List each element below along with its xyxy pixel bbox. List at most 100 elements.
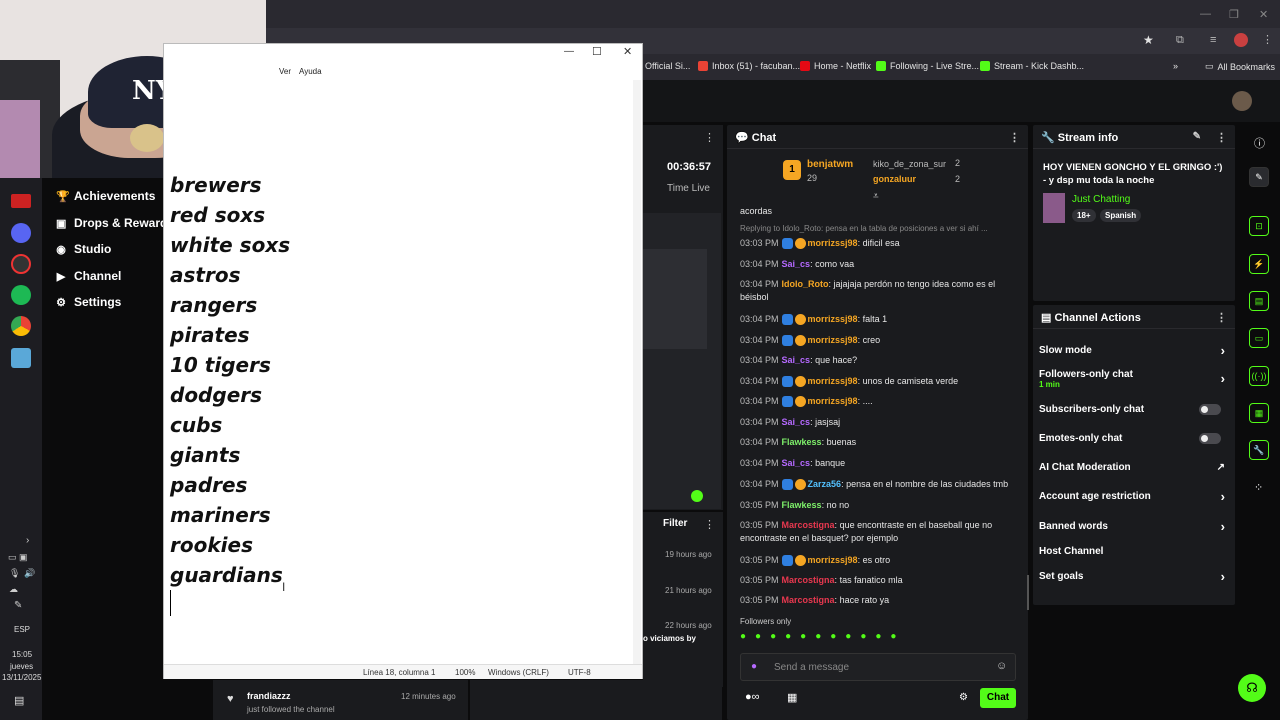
obs-icon[interactable] — [11, 254, 31, 274]
menu-icon[interactable]: ⋮ — [1262, 33, 1273, 46]
collapse-icon[interactable]: ⩡ — [873, 191, 879, 202]
emote-bar[interactable]: ●●●●●●●●●●● — [740, 631, 1020, 647]
mic-icon[interactable]: 🎙 — [9, 568, 20, 579]
restore-icon[interactable]: ❐ — [1229, 8, 1239, 21]
top-user-1[interactable]: benjatwm — [807, 159, 853, 170]
message-username[interactable]: Idolo_Roto — [782, 279, 829, 289]
bookmark[interactable]: Following - Live Stre... — [876, 61, 979, 71]
message-username[interactable]: Marcostigna — [782, 595, 835, 605]
emoji-icon[interactable]: ☺ — [996, 660, 1007, 672]
message-username[interactable]: morrizssj98 — [808, 335, 858, 345]
nav-channel[interactable]: ▶ Channel — [56, 269, 122, 283]
action-host-channel[interactable]: Host Channel — [1039, 546, 1229, 557]
volume-icon[interactable]: 🔊 — [24, 568, 35, 579]
cloud-icon[interactable]: ☁ — [9, 584, 18, 595]
apps-icon[interactable]: ⁘ — [1254, 481, 1263, 494]
edit-icon[interactable]: ✎ — [1193, 131, 1201, 142]
message-username[interactable]: Sai_cs — [782, 458, 811, 468]
message-username[interactable]: Zarza56 — [808, 479, 842, 489]
category-link[interactable]: Just Chatting — [1072, 194, 1130, 205]
action-slow-mode[interactable]: Slow mode › — [1039, 343, 1229, 358]
maximize-icon[interactable]: ☐ — [592, 45, 602, 58]
more-bookmarks-icon[interactable]: » — [1173, 61, 1178, 71]
chrome-icon[interactable] — [11, 316, 31, 336]
more-options-icon[interactable]: ⋮ — [704, 518, 715, 531]
top-user-3[interactable]: gonzaluur — [873, 174, 916, 184]
close-icon[interactable]: ✕ — [623, 45, 632, 58]
message-username[interactable]: Sai_cs — [782, 259, 811, 269]
nav-settings[interactable]: ⚙ Settings — [56, 295, 121, 309]
close-icon[interactable]: ✕ — [1259, 8, 1268, 21]
all-bookmarks[interactable]: ▭ All Bookmarks — [1205, 61, 1275, 72]
action-account-age[interactable]: Account age restriction › — [1039, 489, 1229, 504]
wrench-icon[interactable]: 🔧 — [1249, 440, 1269, 460]
chat-send-button[interactable]: Chat — [980, 688, 1016, 708]
more-options-icon[interactable]: ⋮ — [1216, 131, 1227, 144]
top-user-2[interactable]: kiko_de_zona_sur — [873, 159, 946, 169]
store-icon[interactable]: ▦ — [787, 691, 797, 704]
nav-drops-rewards[interactable]: ▣ Drops & Rewards — [56, 216, 174, 230]
minimize-icon[interactable]: — — [564, 46, 574, 57]
notification-icon[interactable]: ▤ — [14, 694, 24, 707]
media-icon[interactable]: ≡ — [1210, 34, 1216, 46]
chat-input[interactable]: ● Send a message ☺ — [740, 653, 1016, 681]
message-username[interactable]: morrizssj98 — [808, 376, 858, 386]
user-avatar[interactable] — [1232, 91, 1252, 111]
action-followers-only[interactable]: Followers-only chat › 1 min — [1039, 369, 1229, 389]
chat-tools-icon[interactable]: ●∞ — [745, 691, 760, 703]
menu-help[interactable]: Ayuda — [299, 67, 322, 76]
bookmark[interactable]: Stream - Kick Dashb... — [980, 61, 1084, 71]
star-icon[interactable]: ★ — [1143, 33, 1154, 47]
gear-icon[interactable]: ⚙ — [959, 692, 968, 703]
activity-user[interactable]: frandiazzz — [247, 691, 291, 701]
voicemod-icon[interactable] — [11, 194, 31, 208]
minimize-icon[interactable]: — — [1200, 8, 1211, 20]
message-username[interactable]: Sai_cs — [782, 417, 811, 427]
info-icon[interactable]: ⓘ — [1254, 135, 1265, 151]
action-set-goals[interactable]: Set goals › — [1039, 569, 1229, 584]
discord-icon[interactable] — [11, 223, 31, 243]
toggle-switch[interactable] — [1199, 404, 1221, 415]
action-ai-moderation[interactable]: AI Chat Moderation ↗ — [1039, 462, 1229, 473]
action-banned-words[interactable]: Banned words › — [1039, 519, 1229, 534]
tag-badge[interactable]: Spanish — [1100, 209, 1142, 222]
message-username[interactable]: Marcostigna — [782, 575, 835, 585]
message-username[interactable]: Flawkess — [782, 500, 822, 510]
nav-achievements[interactable]: 🏆 Achievements — [56, 189, 155, 203]
bookmark[interactable]: Inbox (51) - facuban... — [698, 61, 800, 71]
lightning-icon[interactable]: ⚡ — [1249, 254, 1269, 274]
tray-icons[interactable]: ▭ ▣ — [8, 552, 28, 563]
notepad-text[interactable]: brewers red soxs white soxs astros range… — [170, 170, 290, 590]
extensions-icon[interactable]: ⧉ — [1176, 34, 1184, 47]
message-username[interactable]: Flawkess — [782, 437, 822, 447]
scrollbar[interactable] — [633, 80, 641, 664]
chat-bubble-icon[interactable]: ▭ — [1249, 328, 1269, 348]
help-icon[interactable]: ☊ — [1238, 674, 1266, 702]
chat-scrollbar[interactable] — [1027, 575, 1029, 610]
bookmark[interactable]: Home - Netflix — [800, 61, 871, 71]
message-username[interactable]: Sai_cs — [782, 355, 811, 365]
chevron-icon[interactable]: › — [26, 535, 29, 546]
bookmark[interactable]: Official Si... — [645, 61, 690, 71]
message-username[interactable]: morrizssj98 — [808, 396, 858, 406]
message-username[interactable]: morrizssj98 — [808, 555, 858, 565]
notepad-icon[interactable] — [11, 348, 31, 368]
more-options-icon[interactable]: ⋮ — [704, 131, 715, 144]
spotify-icon[interactable] — [11, 285, 31, 305]
more-options-icon[interactable]: ⋮ — [1009, 131, 1020, 144]
edit-icon[interactable]: ✎ — [1249, 167, 1269, 187]
menu-view[interactable]: Ver — [279, 67, 291, 76]
message-username[interactable]: morrizssj98 — [808, 238, 858, 248]
nav-studio[interactable]: ◉ Studio — [56, 242, 111, 256]
capture-icon[interactable]: ⊡ — [1249, 216, 1269, 236]
broadcast-icon[interactable]: ((·)) — [1249, 366, 1269, 386]
document-icon[interactable]: ▤ — [1249, 291, 1269, 311]
layout-icon[interactable]: ▦ — [1249, 403, 1269, 423]
tag-badge[interactable]: 18+ — [1072, 209, 1096, 222]
stream-preview[interactable] — [643, 213, 721, 509]
pen-icon[interactable]: ✎ — [14, 600, 22, 611]
message-username[interactable]: morrizssj98 — [808, 314, 858, 324]
message-username[interactable]: Marcostigna — [782, 520, 835, 530]
language-indicator[interactable]: ESP — [14, 625, 30, 634]
more-options-icon[interactable]: ⋮ — [1216, 311, 1227, 324]
